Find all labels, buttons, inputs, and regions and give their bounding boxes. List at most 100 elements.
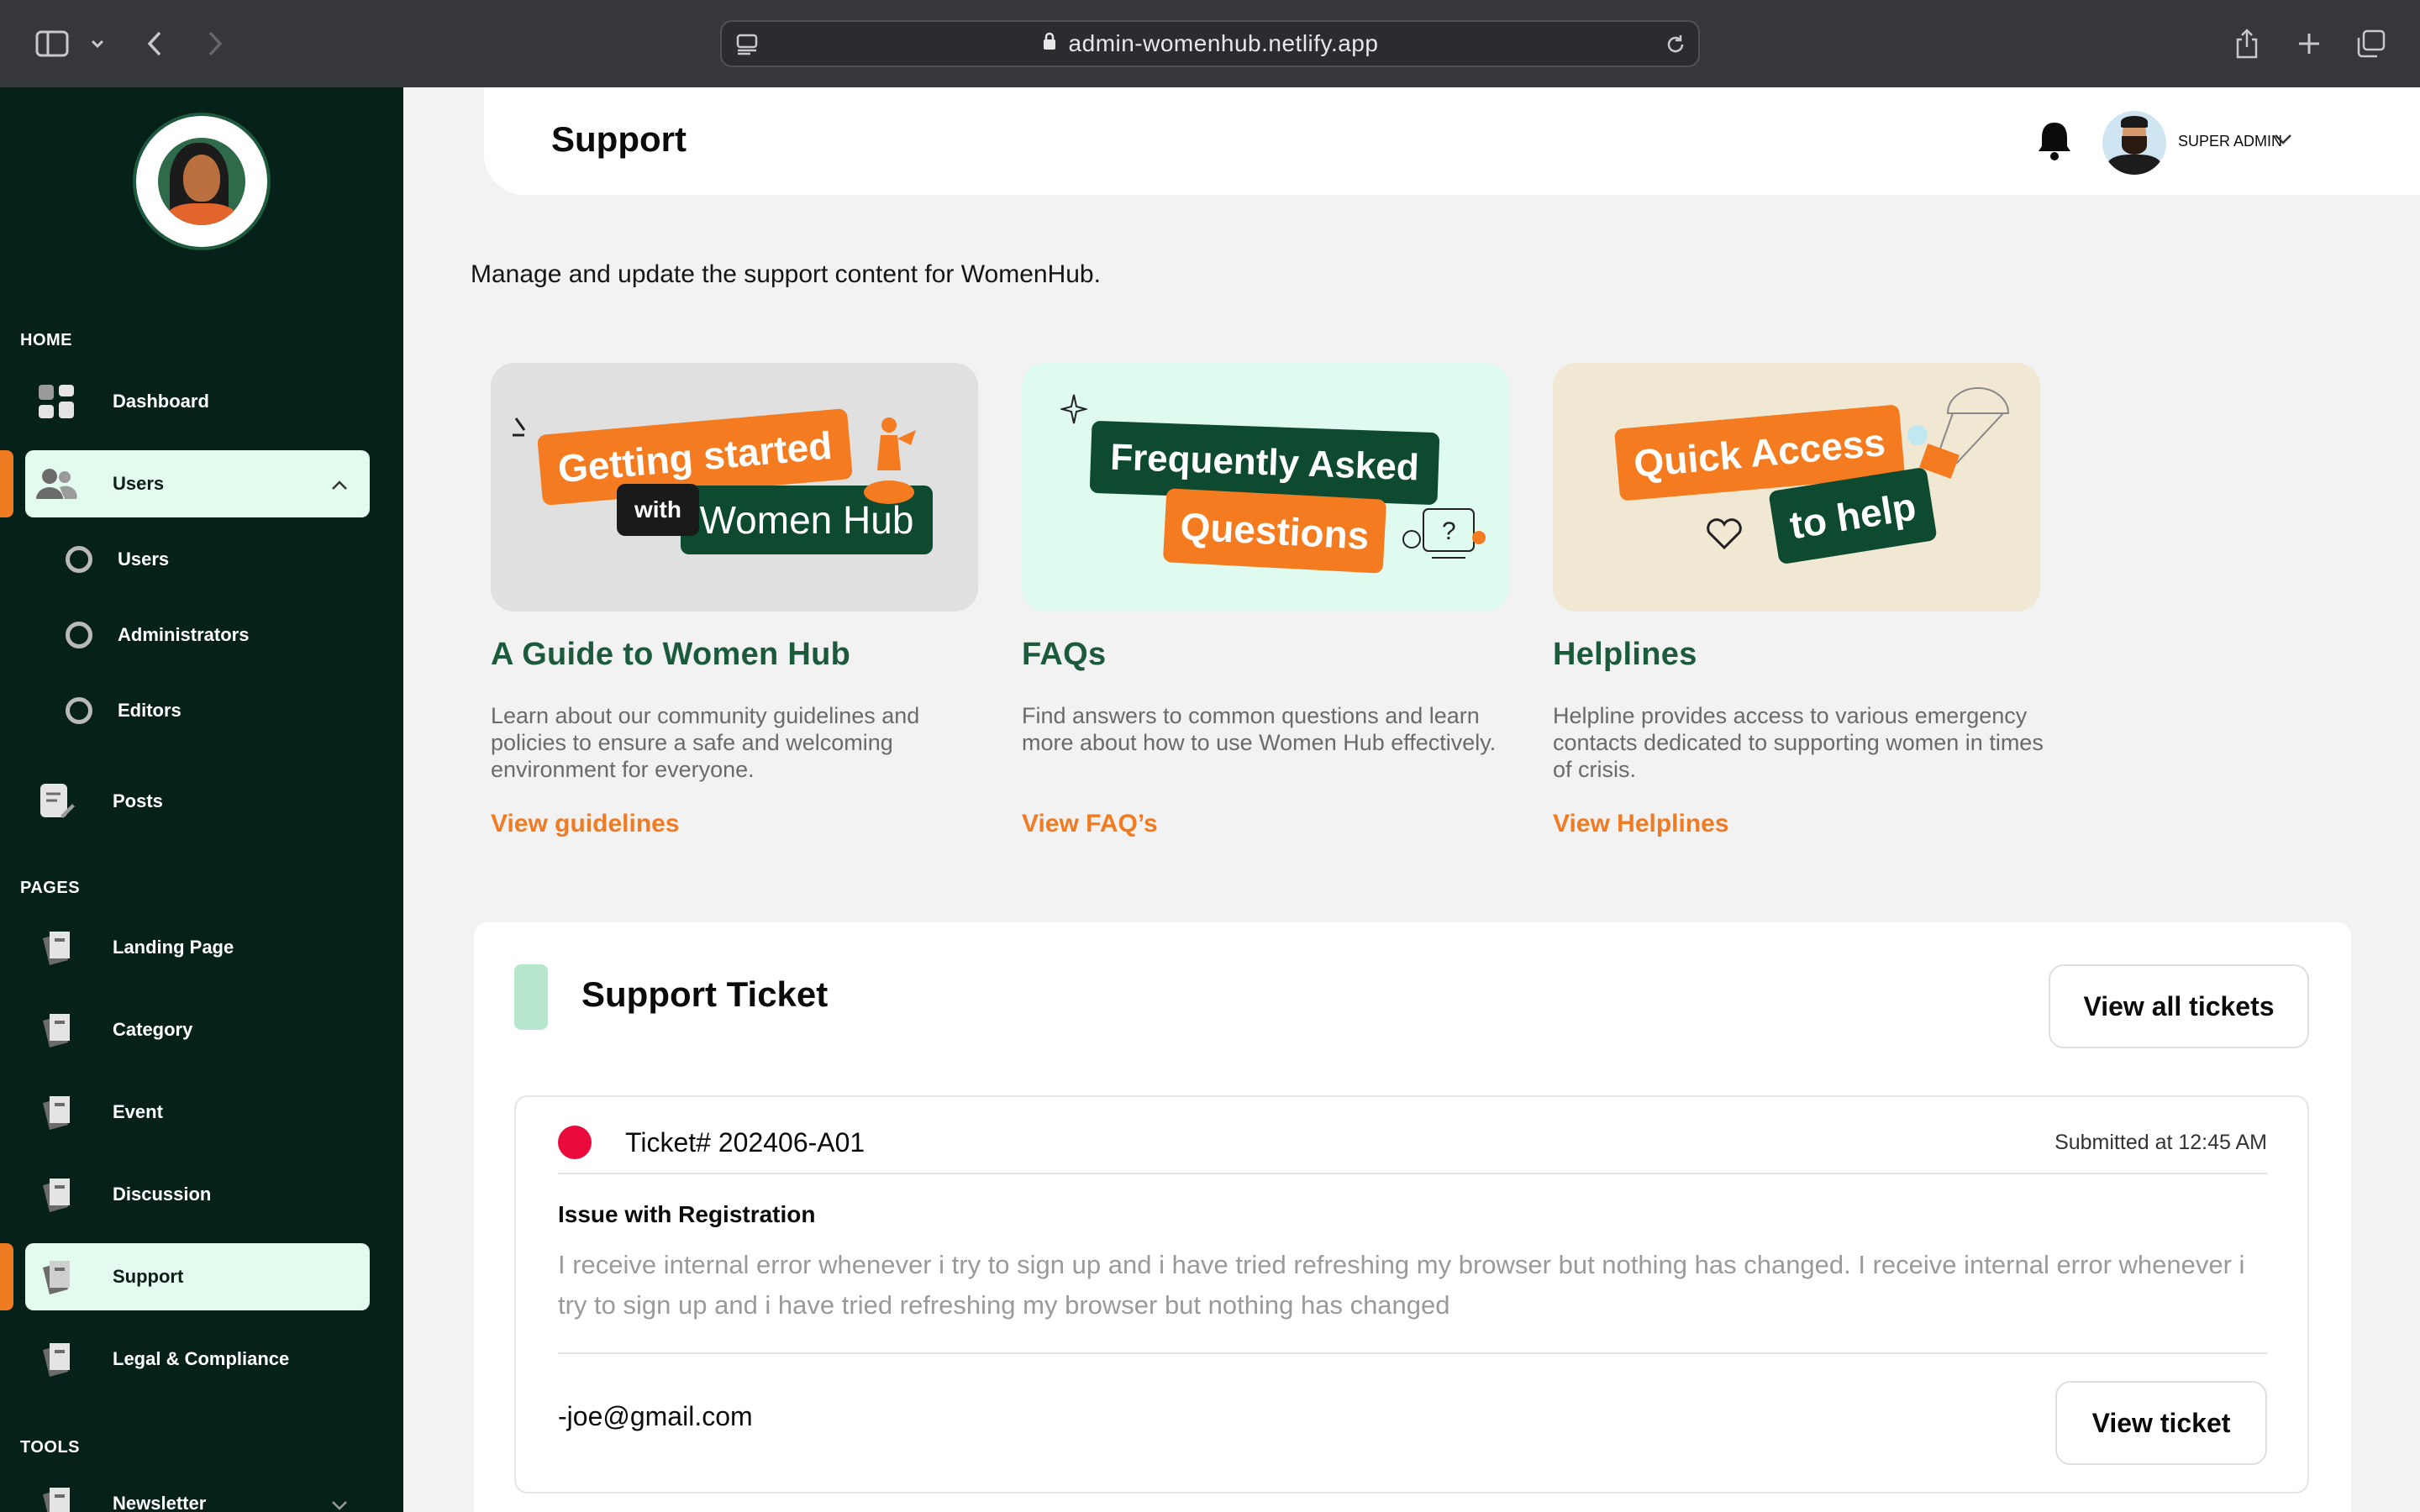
page-header: Support SUPER ADMIN bbox=[484, 87, 2420, 195]
sidebar-item-dashboard[interactable]: Dashboard bbox=[25, 368, 370, 435]
users-icon bbox=[35, 462, 79, 506]
active-indicator bbox=[0, 1243, 13, 1310]
user-role-label[interactable]: SUPER ADMIN bbox=[2178, 133, 2282, 150]
sidebar-subitem-users[interactable]: Users bbox=[66, 534, 169, 585]
ticket-card: Ticket# 202406-A01 Submitted at 12:45 AM… bbox=[514, 1095, 2309, 1494]
view-ticket-button[interactable]: View ticket bbox=[2055, 1381, 2267, 1465]
pages-icon bbox=[35, 1482, 79, 1512]
ticket-id: Ticket# 202406-A01 bbox=[625, 1127, 865, 1158]
chevron-down-icon[interactable] bbox=[331, 1494, 348, 1512]
sidebar-subitem-editors[interactable]: Editors bbox=[66, 685, 182, 736]
chevron-down-icon[interactable] bbox=[2274, 134, 2292, 150]
sidebar-item-event[interactable]: Event bbox=[25, 1079, 370, 1146]
view-guidelines-link[interactable]: View guidelines bbox=[491, 810, 680, 838]
subitem-label: Editors bbox=[118, 700, 182, 721]
svg-text:?: ? bbox=[1442, 517, 1456, 545]
avatar[interactable] bbox=[2102, 111, 2166, 175]
sidebar-item-label: Dashboard bbox=[113, 391, 209, 412]
view-helplines-link[interactable]: View Helplines bbox=[1553, 810, 1729, 838]
ticket-email: -joe@gmail.com bbox=[558, 1401, 753, 1431]
card-helplines: Quick Access to help Helplines Helpline … bbox=[1553, 363, 2044, 837]
sidebar-item-newsletter[interactable]: Newsletter bbox=[25, 1470, 370, 1512]
view-faqs-link[interactable]: View FAQ’s bbox=[1022, 810, 1158, 838]
question-screen-icon: ? bbox=[1402, 508, 1486, 559]
chevron-down-icon[interactable] bbox=[87, 22, 108, 66]
posts-icon bbox=[35, 780, 79, 823]
ticket-subject: Issue with Registration bbox=[558, 1201, 816, 1227]
sparkle-icon bbox=[1060, 394, 1087, 424]
sidebar-item-label: Users bbox=[113, 473, 165, 494]
pages-icon bbox=[35, 1173, 79, 1216]
notification-bell-icon[interactable] bbox=[2035, 119, 2074, 165]
section-title: Support Ticket bbox=[581, 974, 829, 1014]
ticket-message: I receive internal error whenever i try … bbox=[558, 1250, 2245, 1320]
banner-pill: with bbox=[617, 484, 699, 536]
view-all-tickets-button[interactable]: View all tickets bbox=[2049, 964, 2309, 1048]
dashboard-icon bbox=[35, 380, 79, 423]
sidebar-item-posts[interactable]: Posts bbox=[25, 768, 370, 835]
address-bar[interactable]: admin-womenhub.netlify.app bbox=[720, 20, 1700, 67]
sidebar-item-label: Landing Page bbox=[113, 937, 234, 958]
subitem-label: Administrators bbox=[118, 624, 250, 645]
radio-ring-icon bbox=[66, 546, 92, 573]
card-title: FAQs bbox=[1022, 637, 1107, 672]
card-faqs: Frequently Asked Questions ? FAQs Find a… bbox=[1022, 363, 1509, 837]
pages-icon bbox=[35, 1090, 79, 1134]
divider bbox=[558, 1173, 2267, 1174]
page-title: Support bbox=[551, 119, 687, 159]
card-title: Helplines bbox=[1553, 637, 1697, 672]
url-text: admin-womenhub.netlify.app bbox=[1068, 30, 1379, 56]
sidebar-item-users[interactable]: Users bbox=[25, 450, 370, 517]
banner-pill: Frequently Asked bbox=[1089, 420, 1440, 506]
banner-pill: Questions bbox=[1162, 488, 1387, 574]
pages-icon bbox=[35, 926, 79, 969]
reload-icon[interactable] bbox=[1665, 34, 1686, 60]
pages-icon bbox=[35, 1008, 79, 1052]
forward-icon[interactable] bbox=[202, 22, 229, 66]
faqs-banner[interactable]: Frequently Asked Questions ? bbox=[1022, 363, 1509, 612]
page-description: Manage and update the support content fo… bbox=[471, 260, 1101, 288]
woman-figure-icon bbox=[864, 417, 916, 504]
back-icon[interactable] bbox=[141, 22, 168, 66]
card-description: Learn about our community guidelines and… bbox=[491, 703, 920, 782]
divider bbox=[558, 1352, 2267, 1354]
lock-icon bbox=[1042, 30, 1057, 57]
share-icon[interactable] bbox=[2232, 22, 2262, 66]
submitted-time: Submitted at 12:45 AM bbox=[2054, 1131, 2267, 1154]
subitem-label: Users bbox=[118, 549, 170, 570]
card-description: Helpline provides access to various emer… bbox=[1553, 703, 2044, 782]
pages-icon bbox=[35, 1255, 79, 1299]
sidebar-item-legal-compliance[interactable]: Legal & Compliance bbox=[25, 1326, 370, 1393]
sidebar-item-support[interactable]: Support bbox=[25, 1243, 370, 1310]
section-pages-label: PAGES bbox=[20, 879, 81, 897]
guide-banner[interactable]: Getting started Women Hub with bbox=[491, 363, 978, 612]
section-tools-label: TOOLS bbox=[20, 1438, 81, 1457]
sidebar-item-label: Category bbox=[113, 1019, 193, 1040]
sidebar-toggle-icon[interactable] bbox=[32, 22, 72, 66]
sidebar-item-landing-page[interactable]: Landing Page bbox=[25, 914, 370, 981]
sidebar-item-discussion[interactable]: Discussion bbox=[25, 1161, 370, 1228]
sidebar-item-label: Newsletter bbox=[113, 1493, 207, 1512]
sidebar-item-label: Event bbox=[113, 1101, 163, 1122]
new-tab-icon[interactable] bbox=[2294, 22, 2324, 66]
active-indicator bbox=[0, 450, 13, 517]
heart-icon bbox=[1707, 518, 1742, 550]
sidebar-item-category[interactable]: Category bbox=[25, 996, 370, 1063]
section-home-label: HOME bbox=[20, 331, 72, 349]
sidebar: HOME Dashboard Users Users Administrator… bbox=[0, 87, 403, 1512]
sidebar-subitem-administrators[interactable]: Administrators bbox=[66, 610, 249, 660]
status-dot bbox=[558, 1126, 592, 1159]
radio-ring-icon bbox=[66, 697, 92, 724]
radio-ring-icon bbox=[66, 622, 92, 648]
section-accent bbox=[514, 964, 548, 1030]
helplines-banner[interactable]: Quick Access to help bbox=[1553, 363, 2040, 612]
tab-overview-icon[interactable] bbox=[2354, 22, 2388, 66]
browser-toolbar: admin-womenhub.netlify.app bbox=[0, 0, 2420, 87]
support-ticket-panel: Support Ticket View all tickets Ticket# … bbox=[474, 922, 2351, 1512]
card-title: A Guide to Women Hub bbox=[491, 637, 851, 672]
sidebar-item-label: Support bbox=[113, 1266, 184, 1287]
chevron-up-icon[interactable] bbox=[331, 474, 348, 496]
page: admin-womenhub.netlify.app HOME Dashboar… bbox=[0, 0, 2420, 1512]
sidebar-item-label: Discussion bbox=[113, 1184, 212, 1205]
card-description: Find answers to common questions and lea… bbox=[1022, 703, 1497, 755]
